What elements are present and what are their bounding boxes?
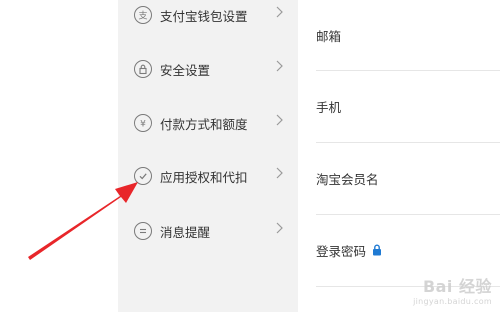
- chevron-right-icon: [276, 60, 283, 72]
- check-icon: [134, 167, 152, 185]
- svg-text:¥: ¥: [140, 120, 146, 129]
- chevron-right-icon: [276, 167, 283, 179]
- phone-label: 手机: [316, 99, 342, 115]
- sidebar-item-label: 支付宝钱包设置: [160, 8, 248, 24]
- baidu-jingyan-watermark: Bai 经验 jingyan.baidu.com: [413, 273, 492, 306]
- sidebar-item-label: 付款方式和额度: [160, 116, 248, 132]
- alipay-wallet-icon: 支: [134, 6, 152, 24]
- lock-icon: [134, 60, 152, 78]
- login-password-label: 登录密码: [316, 243, 367, 259]
- svg-text:支: 支: [138, 10, 147, 20]
- sidebar-item-security-settings[interactable]: 安全设置: [134, 56, 294, 82]
- sidebar-item-label: 应用授权和代扣: [160, 169, 248, 185]
- sidebar-item-payment-limits[interactable]: ¥ 付款方式和额度: [134, 110, 294, 136]
- settings-sidebar: 支 支付宝钱包设置 安全设置 ¥ 付款方式和额度 应用授权和代扣 消息提醒: [118, 0, 298, 312]
- sidebar-item-label: 消息提醒: [160, 224, 211, 240]
- chevron-right-icon: [276, 222, 283, 234]
- email-row[interactable]: 邮箱: [316, 0, 500, 70]
- sidebar-item-wallet-settings[interactable]: 支 支付宝钱包设置: [134, 2, 294, 28]
- watermark-subtext: jingyan.baidu.com: [413, 297, 492, 306]
- sidebar-item-label: 安全设置: [160, 62, 211, 78]
- sidebar-item-notifications[interactable]: 消息提醒: [134, 218, 294, 244]
- chevron-right-icon: [276, 6, 283, 18]
- phone-row[interactable]: 手机: [316, 71, 500, 141]
- yen-icon: ¥: [134, 114, 152, 132]
- taobao-member-name-row[interactable]: 淘宝会员名: [316, 143, 500, 213]
- watermark-text: Bai 经验: [422, 277, 492, 296]
- taobao-member-name-label: 淘宝会员名: [316, 171, 379, 187]
- chevron-right-icon: [276, 114, 283, 126]
- account-info-panel: 邮箱 手机 淘宝会员名 登录密码: [298, 0, 500, 312]
- sidebar-item-app-authorization[interactable]: 应用授权和代扣: [134, 163, 294, 189]
- email-label: 邮箱: [316, 28, 342, 44]
- message-icon: [134, 222, 152, 240]
- lock-icon: [372, 241, 382, 260]
